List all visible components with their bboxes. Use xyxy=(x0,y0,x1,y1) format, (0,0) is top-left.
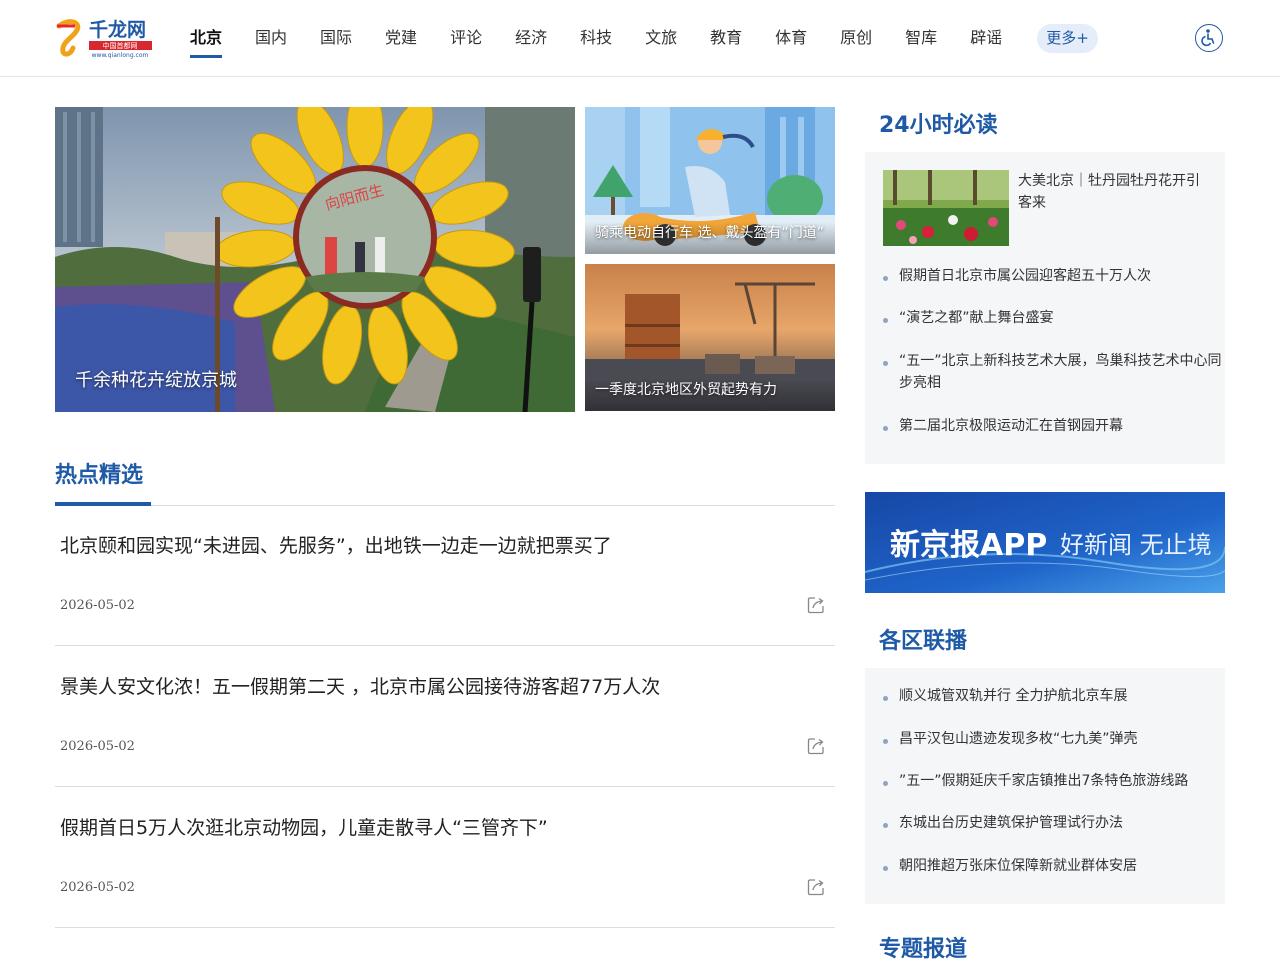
must-read-top-title[interactable]: 大美北京｜牡丹园牡丹花开引客来 xyxy=(1018,170,1208,214)
nav-item-rumor[interactable]: 辟谣 xyxy=(970,25,1002,55)
nav-item-original[interactable]: 原创 xyxy=(840,25,872,55)
nav-item-international[interactable]: 国际 xyxy=(320,25,352,55)
topics-title: 专题报道 xyxy=(879,937,968,962)
hero-side-story-1[interactable]: 骑乘电动自行车 选、戴头盔有“门道” xyxy=(585,107,835,254)
must-read-box: 大美北京｜牡丹园牡丹花开引客来 假期首日北京市属公园迎客超五十万人次 “演艺之都… xyxy=(865,152,1225,464)
nav-item-economy[interactable]: 经济 xyxy=(515,25,547,55)
must-read-title: 24小时必读 xyxy=(879,113,998,138)
list-item[interactable]: 东城出台历史建筑保护管理试行办法 xyxy=(881,812,1229,834)
list-item[interactable]: 第二届北京极限运动汇在首钢园开幕 xyxy=(881,415,1229,437)
hero-side-caption-2[interactable]: 一季度北京地区外贸起势有力 xyxy=(585,379,835,411)
list-item[interactable]: 朝阳推超万张床位保障新就业群体安居 xyxy=(881,855,1229,877)
top-header: 千龙网 中国首都网 www.qianlong.com 北京 国内 国际 党建 评… xyxy=(0,0,1280,77)
more-button[interactable]: 更多+ xyxy=(1037,24,1098,53)
list-item[interactable]: ”五一”假期延庆千家店镇推出7条特色旅游线路 xyxy=(881,770,1229,792)
hero-side-story-2[interactable]: 一季度北京地区外贸起势有力 xyxy=(585,264,835,411)
article-item: 假期首日5万人次逛北京动物园，儿童走散寻人“三管齐下” 2026-05-02 xyxy=(55,787,835,928)
districts-box: 顺义城管双轨并行 全力护航北京车展 昌平汉包山遗迹发现多枚“七九美”弹壳 ”五一… xyxy=(865,668,1225,904)
share-icon[interactable] xyxy=(807,596,825,614)
hero-main-caption[interactable]: 千余种花卉绽放京城 xyxy=(55,366,575,412)
article-date: 2026-05-02 xyxy=(60,880,135,895)
nav-item-culture-travel[interactable]: 文旅 xyxy=(645,25,677,55)
nav-item-beijing[interactable]: 北京 xyxy=(190,25,223,58)
share-icon[interactable] xyxy=(807,737,825,755)
article-title[interactable]: 北京颐和园实现“未进园、先服务”，出地铁一边走一边就把票买了 xyxy=(60,531,612,558)
nav-item-sports[interactable]: 体育 xyxy=(775,25,807,55)
list-item[interactable]: 顺义城管双轨并行 全力护航北京车展 xyxy=(881,685,1229,707)
hot-picks-title: 热点精选 xyxy=(55,463,144,488)
svg-text:中国首都网: 中国首都网 xyxy=(103,41,138,50)
article-title[interactable]: 假期首日5万人次逛北京动物园，儿童走散寻人“三管齐下” xyxy=(60,813,548,840)
peony-thumbnail[interactable] xyxy=(883,170,1009,246)
article-item: 北京颐和园实现“未进园、先服务”，出地铁一边走一边就把票买了 2026-05-0… xyxy=(55,505,835,646)
nav-item-education[interactable]: 教育 xyxy=(710,25,742,55)
site-logo[interactable]: 千龙网 中国首都网 www.qianlong.com xyxy=(55,16,155,60)
main-nav: 北京 国内 国际 党建 评论 经济 科技 文旅 教育 体育 原创 智库 辟谣 xyxy=(190,25,1035,58)
hero-side-caption-1[interactable]: 骑乘电动自行车 选、戴头盔有“门道” xyxy=(585,222,835,254)
svg-text:www.qianlong.com: www.qianlong.com xyxy=(92,52,149,59)
accessibility-button[interactable] xyxy=(1195,24,1223,52)
nav-item-commentary[interactable]: 评论 xyxy=(450,25,482,55)
nav-item-domestic[interactable]: 国内 xyxy=(255,25,287,55)
share-icon[interactable] xyxy=(807,878,825,896)
list-item[interactable]: 昌平汉包山遗迹发现多枚“七九美”弹壳 xyxy=(881,728,1229,750)
nav-item-think-tank[interactable]: 智库 xyxy=(905,25,937,55)
svg-text:好新闻 无止境: 好新闻 无止境 xyxy=(1060,531,1212,559)
must-read-top-card[interactable]: 大美北京｜牡丹园牡丹花开引客来 xyxy=(883,170,1208,246)
article-item: 景美人安文化浓！五一假期第二天 ，北京市属公园接待游客超77万人次 2026-0… xyxy=(55,646,835,787)
nav-item-party[interactable]: 党建 xyxy=(385,25,417,55)
article-date: 2026-05-02 xyxy=(60,598,135,613)
list-item[interactable]: “演艺之都”献上舞台盛宴 xyxy=(881,307,1229,329)
nav-item-tech[interactable]: 科技 xyxy=(580,25,612,55)
hero-main-story[interactable]: 向阳而生 千余种花卉绽放京城 xyxy=(55,107,575,412)
districts-title: 各区联播 xyxy=(879,629,968,654)
svg-text:千龙网: 千龙网 xyxy=(89,18,146,41)
svg-text:新京报APP: 新京报APP xyxy=(890,528,1047,563)
article-title[interactable]: 景美人安文化浓！五一假期第二天 ，北京市属公园接待游客超77万人次 xyxy=(60,672,660,699)
hot-picks-header: 热点精选 xyxy=(55,455,835,506)
accessibility-icon xyxy=(1201,29,1215,47)
xinjingbao-app-banner[interactable]: 新京报APP 好新闻 无止境 xyxy=(865,492,1225,593)
list-item[interactable]: 假期首日北京市属公园迎客超五十万人次 xyxy=(881,265,1229,287)
list-item[interactable]: “五一”北京上新科技艺术大展，鸟巢科技艺术中心同步亮相 xyxy=(881,350,1229,394)
article-date: 2026-05-02 xyxy=(60,739,135,754)
